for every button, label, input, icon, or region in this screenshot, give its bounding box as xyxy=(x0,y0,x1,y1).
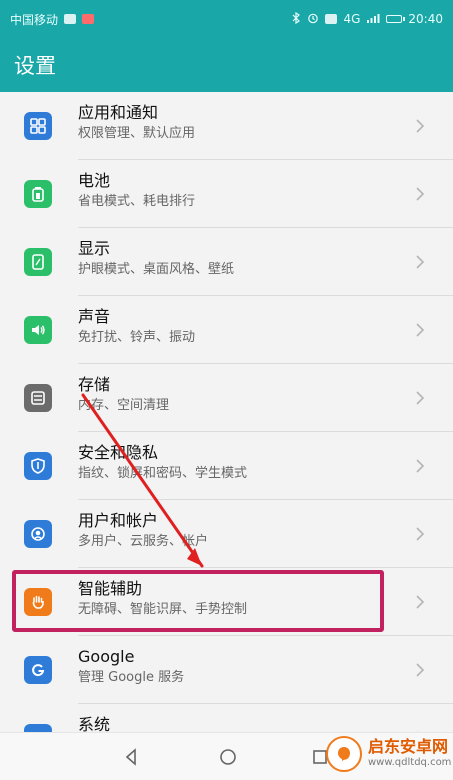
settings-item-sound[interactable]: 声音 免打扰、铃声、振动 xyxy=(0,296,453,364)
google-icon xyxy=(24,656,52,684)
watermark-url: www.qdltdq.com xyxy=(368,757,452,768)
settings-item-text: Google 管理 Google 服务 xyxy=(78,646,184,688)
status-bar: 中国移动 4G 20:40 xyxy=(0,0,453,38)
watermark-text: 启东安卓网 www.qdltdq.com xyxy=(368,738,451,770)
settings-item-storage[interactable]: 存储 内存、空间清理 xyxy=(0,364,453,432)
settings-item-apps[interactable]: 应用和通知 权限管理、默认应用 xyxy=(0,92,453,160)
page-title: 设置 xyxy=(14,54,56,78)
system-icon xyxy=(24,724,52,732)
bluetooth-icon xyxy=(291,11,301,27)
settings-item-title: 安全和隐私 xyxy=(78,443,159,462)
settings-item-subtitle: 无障碍、智能识屏、手势控制 xyxy=(78,602,248,617)
settings-item-subtitle: 护眼模式、桌面风格、壁纸 xyxy=(78,262,235,277)
settings-item-text: 智能辅助 无障碍、智能识屏、手势控制 xyxy=(78,578,247,620)
display-icon xyxy=(24,248,52,276)
app-bar: 设置 xyxy=(0,38,453,92)
app-notification-icon xyxy=(82,14,95,24)
settings-item-text: 用户和帐户 多用户、云服务、帐户 xyxy=(78,510,208,552)
settings-item-title: 智能辅助 xyxy=(78,579,143,598)
settings-item-display[interactable]: 显示 护眼模式、桌面风格、壁纸 xyxy=(0,228,453,296)
sound-icon xyxy=(24,316,52,344)
status-right: 4G 20:40 xyxy=(291,11,443,27)
settings-item-text: 安全和隐私 指纹、锁屏和密码、学生模式 xyxy=(78,442,247,484)
hand-icon xyxy=(24,588,52,616)
settings-item-subtitle: 管理 Google 服务 xyxy=(78,670,185,685)
settings-item-title: 应用和通知 xyxy=(78,103,159,122)
alarm-icon xyxy=(307,12,319,27)
settings-item-subtitle: 省电模式、耗电排行 xyxy=(78,194,196,209)
home-icon[interactable] xyxy=(214,743,242,771)
settings-item-subtitle: 指纹、锁屏和密码、学生模式 xyxy=(78,466,248,481)
chevron-right-icon xyxy=(410,660,430,680)
settings-item-text: 显示 护眼模式、桌面风格、壁纸 xyxy=(78,238,234,280)
settings-item-subtitle: 权限管理、默认应用 xyxy=(78,126,196,141)
settings-item-title: 显示 xyxy=(78,239,111,258)
settings-item-title: 系统 xyxy=(78,715,111,732)
settings-list[interactable]: 应用和通知 权限管理、默认应用 电池 省电模式、耗电排行 显示 护眼模式、桌面风… xyxy=(0,92,453,732)
settings-item-smart-assist[interactable]: 智能辅助 无障碍、智能识屏、手势控制 xyxy=(0,568,453,636)
hd-icon xyxy=(325,14,338,24)
status-left: 中国移动 xyxy=(10,11,95,28)
apps-icon xyxy=(24,112,52,140)
battery-icon xyxy=(24,180,52,208)
settings-item-battery[interactable]: 电池 省电模式、耗电排行 xyxy=(0,160,453,228)
carrier-label: 中国移动 xyxy=(10,12,59,27)
chevron-right-icon xyxy=(410,252,430,272)
settings-item-subtitle: 多用户、云服务、帐户 xyxy=(78,534,209,549)
storage-icon xyxy=(24,384,52,412)
settings-item-subtitle: 免打扰、铃声、振动 xyxy=(78,330,196,345)
settings-item-title: 用户和帐户 xyxy=(78,511,159,530)
user-icon xyxy=(24,520,52,548)
shield-icon xyxy=(24,452,52,480)
settings-item-subtitle: 内存、空间清理 xyxy=(78,398,170,413)
watermark-title: 启东安卓网 xyxy=(368,737,449,756)
settings-item-text: 存储 内存、空间清理 xyxy=(78,374,169,416)
chevron-right-icon xyxy=(410,524,430,544)
chevron-right-icon xyxy=(410,388,430,408)
settings-item-text: 系统 xyxy=(78,714,110,732)
watermark: 启东安卓网 www.qdltdq.com xyxy=(326,728,453,780)
watermark-logo xyxy=(326,736,362,772)
time-label: 20:40 xyxy=(408,12,443,26)
settings-item-title: Google xyxy=(78,647,135,666)
settings-item-google[interactable]: Google 管理 Google 服务 xyxy=(0,636,453,704)
chevron-right-icon xyxy=(410,456,430,476)
notification-icon xyxy=(64,14,77,24)
battery-status-icon xyxy=(386,15,406,23)
settings-item-title: 声音 xyxy=(78,307,111,326)
chevron-right-icon xyxy=(410,320,430,340)
settings-item-title: 存储 xyxy=(78,375,111,394)
settings-item-text: 电池 省电模式、耗电排行 xyxy=(78,170,195,212)
chevron-right-icon xyxy=(410,116,430,136)
settings-item-security[interactable]: 安全和隐私 指纹、锁屏和密码、学生模式 xyxy=(0,432,453,500)
settings-item-accounts[interactable]: 用户和帐户 多用户、云服务、帐户 xyxy=(0,500,453,568)
chevron-right-icon xyxy=(410,592,430,612)
signal-icon xyxy=(366,12,380,27)
settings-item-text: 应用和通知 权限管理、默认应用 xyxy=(78,102,195,144)
settings-item-text: 声音 免打扰、铃声、振动 xyxy=(78,306,195,348)
back-icon[interactable] xyxy=(118,743,146,771)
network-label: 4G xyxy=(343,12,361,26)
chevron-right-icon xyxy=(410,184,430,204)
settings-item-title: 电池 xyxy=(78,171,111,190)
